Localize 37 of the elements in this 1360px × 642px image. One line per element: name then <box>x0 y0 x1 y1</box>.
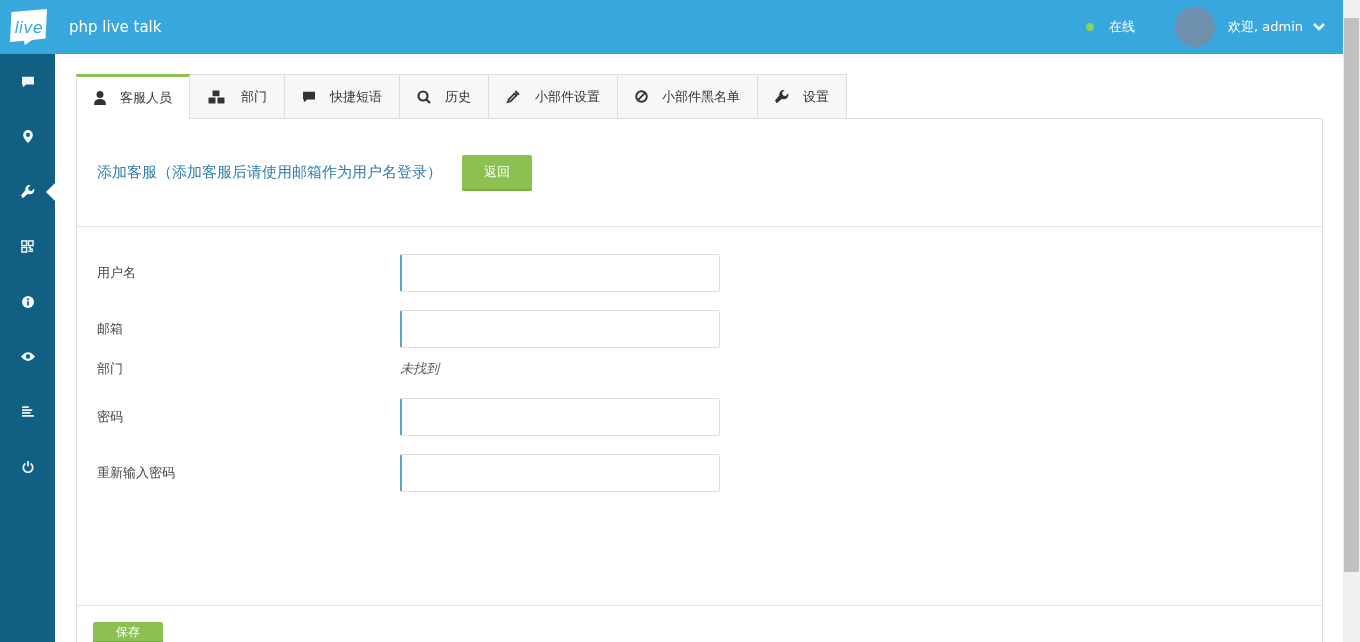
cubes-icon <box>207 89 226 104</box>
caret-icon[interactable] <box>1313 23 1325 31</box>
tab[interactable]: 部门 <box>189 74 285 118</box>
form-heading: 添加客服（添加客服后请使用邮箱作为用户名登录） <box>97 163 442 182</box>
user-icon <box>94 91 106 105</box>
input-field[interactable] <box>400 254 720 292</box>
field-label: 用户名 <box>97 264 137 282</box>
map-pin-icon <box>22 130 33 143</box>
chat-icon <box>303 91 315 102</box>
search-icon <box>417 89 431 104</box>
status-text: 在线 <box>1109 18 1135 36</box>
input-field[interactable] <box>400 398 720 436</box>
field-value: 未找到 <box>400 360 442 378</box>
input-field[interactable] <box>400 454 720 492</box>
field-label: 重新输入密码 <box>97 464 176 482</box>
tab[interactable]: 设置 <box>757 74 847 118</box>
text-lines-icon <box>21 406 34 417</box>
tab[interactable]: 小部件黑名单 <box>617 74 758 118</box>
tab[interactable]: 历史 <box>399 74 489 118</box>
tab[interactable]: 快捷短语 <box>284 74 400 118</box>
field-label: 密码 <box>97 408 124 426</box>
qr-code-icon <box>21 240 34 253</box>
scrollbar[interactable] <box>1344 18 1359 572</box>
wrench-icon <box>20 184 34 198</box>
app-title: php live talk <box>69 18 163 36</box>
input-field[interactable] <box>400 310 720 348</box>
online-status-dot <box>1086 23 1094 31</box>
tab[interactable]: 客服人员 <box>76 74 190 119</box>
ban-icon <box>635 90 648 103</box>
eye-icon <box>20 352 35 361</box>
chat-icon <box>21 76 34 87</box>
power-icon <box>21 460 34 473</box>
tab[interactable]: 小部件设置 <box>488 74 618 118</box>
wrench-icon <box>775 89 789 103</box>
field-label: 部门 <box>97 360 124 378</box>
field-label: 邮箱 <box>97 320 124 338</box>
info-icon <box>21 295 34 308</box>
